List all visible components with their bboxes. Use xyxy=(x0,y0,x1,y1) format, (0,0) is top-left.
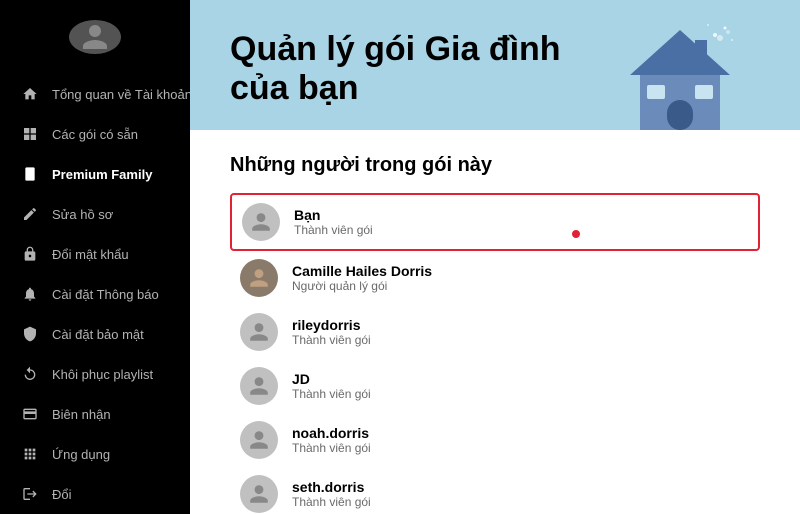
member-avatar-riley xyxy=(240,313,278,351)
member-name-ban: Bạn xyxy=(294,207,373,223)
apps-icon xyxy=(20,444,40,464)
sidebar-item-recover[interactable]: Khôi phục playlist xyxy=(0,354,190,394)
sidebar: Tổng quan về Tài khoản Các gói có sẵn Pr… xyxy=(0,0,190,514)
member-item-jd[interactable]: JD Thành viên gói xyxy=(230,359,760,413)
house-illustration xyxy=(620,20,740,130)
sidebar-item-receipts[interactable]: Biên nhận xyxy=(0,394,190,434)
member-info-jd: JD Thành viên gói xyxy=(292,371,371,401)
main-content: Quản lý gói Gia đình của bạn Nh xyxy=(190,0,800,514)
member-avatar-noah xyxy=(240,421,278,459)
page-title: Quản lý gói Gia đình của bạn xyxy=(230,30,590,108)
member-item-noah[interactable]: noah.dorris Thành viên gói xyxy=(230,413,760,467)
content-area: Những người trong gói này Bạn Thành viên… xyxy=(190,130,800,514)
members-section-title: Những người trong gói này xyxy=(230,154,760,177)
member-info-camille: Camille Hailes Dorris Người quản lý gói xyxy=(292,263,432,293)
sidebar-item-change-password[interactable]: Đổi mật khẩu xyxy=(0,234,190,274)
hero-banner: Quản lý gói Gia đình của bạn xyxy=(190,0,800,130)
member-item-seth[interactable]: seth.dorris Thành viên gói xyxy=(230,467,760,514)
member-info-riley: rileydorris Thành viên gói xyxy=(292,317,371,347)
lock2-icon xyxy=(20,324,40,344)
member-role-camille: Người quản lý gói xyxy=(292,279,432,293)
avatar xyxy=(69,20,121,54)
member-role-riley: Thành viên gói xyxy=(292,333,371,347)
member-role-noah: Thành viên gói xyxy=(292,441,371,455)
member-name-seth: seth.dorris xyxy=(292,479,371,495)
home-icon xyxy=(20,84,40,104)
sidebar-item-privacy[interactable]: Cài đặt bảo mật xyxy=(0,314,190,354)
recover-icon xyxy=(20,364,40,384)
sidebar-item-overview[interactable]: Tổng quan về Tài khoản xyxy=(0,74,190,114)
member-name-riley: rileydorris xyxy=(292,317,371,333)
pencil-icon xyxy=(20,204,40,224)
sidebar-item-plans[interactable]: Các gói có sẵn xyxy=(0,114,190,154)
member-list: Bạn Thành viên gói Camille Hailes Dorris… xyxy=(230,193,760,514)
member-item-camille[interactable]: Camille Hailes Dorris Người quản lý gói xyxy=(230,251,760,305)
member-role-seth: Thành viên gói xyxy=(292,495,371,509)
member-name-noah: noah.dorris xyxy=(292,425,371,441)
member-role-jd: Thành viên gói xyxy=(292,387,371,401)
member-avatar-seth xyxy=(240,475,278,513)
device-icon xyxy=(20,164,40,184)
member-role-ban: Thành viên gói xyxy=(294,223,373,237)
bell-icon xyxy=(20,284,40,304)
sidebar-item-logout[interactable]: Đổi xyxy=(0,474,190,514)
lock-icon xyxy=(20,244,40,264)
member-avatar-jd xyxy=(240,367,278,405)
member-info-ban: Bạn Thành viên gói xyxy=(294,207,373,237)
sidebar-item-notifications[interactable]: Cài đặt Thông báo xyxy=(0,274,190,314)
member-name-camille: Camille Hailes Dorris xyxy=(292,263,432,279)
sidebar-item-apps[interactable]: Ứng dụng xyxy=(0,434,190,474)
logout-icon xyxy=(20,484,40,504)
member-item-riley[interactable]: rileydorris Thành viên gói xyxy=(230,305,760,359)
sidebar-nav: Tổng quan về Tài khoản Các gói có sẵn Pr… xyxy=(0,74,190,514)
member-info-seth: seth.dorris Thành viên gói xyxy=(292,479,371,509)
receipt-icon xyxy=(20,404,40,424)
sidebar-item-premium-family[interactable]: Premium Family xyxy=(0,154,190,194)
member-info-noah: noah.dorris Thành viên gói xyxy=(292,425,371,455)
sidebar-item-edit-profile[interactable]: Sửa hồ sơ xyxy=(0,194,190,234)
red-dot-indicator xyxy=(572,230,580,238)
member-name-jd: JD xyxy=(292,371,371,387)
member-avatar-ban xyxy=(242,203,280,241)
member-item-ban[interactable]: Bạn Thành viên gói xyxy=(230,193,760,251)
grid-icon xyxy=(20,124,40,144)
member-avatar-camille xyxy=(240,259,278,297)
